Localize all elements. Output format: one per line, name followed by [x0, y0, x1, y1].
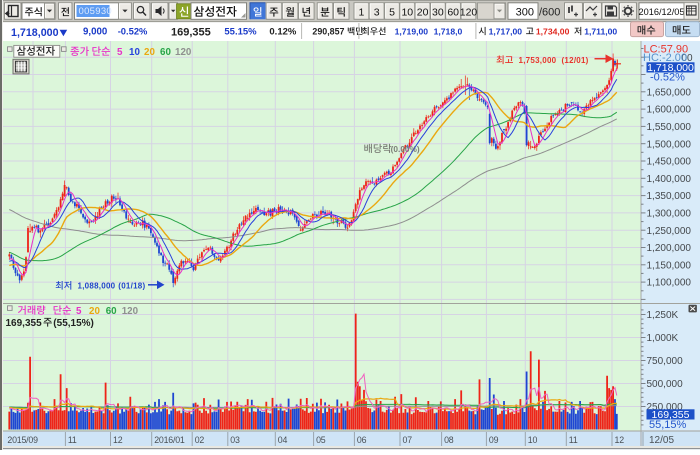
- svg-text:2016/12/05: 2016/12/05: [639, 7, 685, 17]
- svg-text:1,718,000: 1,718,000: [11, 27, 59, 39]
- svg-text:-0.52%: -0.52%: [650, 72, 685, 84]
- svg-text:120: 120: [122, 306, 139, 317]
- svg-text:12: 12: [615, 435, 625, 445]
- svg-text:(55,15%): (55,15%): [53, 318, 94, 329]
- svg-text:1,650,000: 1,650,000: [647, 87, 692, 98]
- svg-text:(12/01): (12/01): [562, 56, 589, 65]
- svg-text:06: 06: [357, 435, 367, 445]
- svg-text:11: 11: [68, 435, 77, 445]
- svg-text:169,355: 169,355: [171, 27, 211, 39]
- svg-text:1,088,000: 1,088,000: [78, 282, 116, 291]
- svg-text:1,200,000: 1,200,000: [647, 243, 692, 254]
- svg-text:1,150,000: 1,150,000: [647, 260, 692, 271]
- svg-text:1,500,000: 1,500,000: [647, 139, 692, 150]
- svg-text:1,300,000: 1,300,000: [647, 209, 692, 220]
- svg-text:290,857: 290,857: [312, 26, 344, 36]
- svg-text:1,450,000: 1,450,000: [647, 157, 692, 168]
- svg-text:1,718,0: 1,718,0: [434, 26, 463, 36]
- svg-text:1: 1: [358, 6, 364, 18]
- svg-text:0.12%: 0.12%: [269, 26, 296, 37]
- svg-text:9,000: 9,000: [83, 26, 107, 37]
- svg-text:60: 60: [160, 47, 171, 58]
- svg-text:2016/01: 2016/01: [154, 435, 185, 445]
- svg-text:5: 5: [389, 6, 395, 18]
- svg-text:1,400,000: 1,400,000: [647, 174, 692, 185]
- svg-text:10: 10: [401, 6, 413, 18]
- svg-text:1,350,000: 1,350,000: [647, 191, 692, 202]
- svg-text:1,711,00: 1,711,00: [584, 26, 617, 36]
- svg-text:12/05: 12/05: [649, 435, 674, 446]
- svg-text:1,734,00: 1,734,00: [536, 26, 570, 36]
- svg-text:1,250,000: 1,250,000: [647, 226, 692, 237]
- svg-text:30: 30: [432, 6, 444, 18]
- svg-text:04: 04: [278, 435, 288, 445]
- svg-text:1,100,000: 1,100,000: [647, 278, 692, 289]
- svg-text:005930: 005930: [79, 6, 113, 17]
- svg-text:20: 20: [144, 47, 155, 58]
- svg-text:1,717,00: 1,717,00: [489, 26, 523, 36]
- svg-text:120: 120: [175, 47, 192, 58]
- svg-text:5: 5: [117, 47, 123, 58]
- svg-text:300: 300: [516, 6, 534, 18]
- svg-text:500,000: 500,000: [647, 379, 684, 390]
- svg-text:2015/09: 2015/09: [7, 435, 38, 445]
- svg-text:03: 03: [230, 435, 240, 445]
- svg-text:750,000: 750,000: [647, 356, 684, 367]
- svg-text:10: 10: [528, 435, 538, 445]
- svg-text:12: 12: [113, 435, 123, 445]
- svg-text:08: 08: [444, 435, 454, 445]
- svg-text:55,15%: 55,15%: [649, 419, 687, 431]
- svg-text:1,600,000: 1,600,000: [647, 105, 692, 116]
- svg-text:60: 60: [447, 6, 459, 18]
- svg-text:60: 60: [106, 306, 117, 317]
- svg-text:(01/18): (01/18): [118, 282, 145, 291]
- svg-text:1,000K: 1,000K: [647, 333, 679, 344]
- svg-text:1,250K: 1,250K: [647, 310, 679, 321]
- svg-text:55.15%: 55.15%: [224, 26, 257, 37]
- svg-text:169,355: 169,355: [6, 318, 43, 329]
- svg-text:02: 02: [195, 435, 205, 445]
- svg-text:5: 5: [76, 306, 82, 317]
- svg-text:(0.00%): (0.00%): [391, 144, 420, 154]
- svg-text:20: 20: [89, 306, 100, 317]
- svg-text:05: 05: [316, 435, 326, 445]
- svg-text:20: 20: [417, 6, 429, 18]
- svg-text:11: 11: [569, 435, 578, 445]
- svg-text:10: 10: [129, 47, 140, 58]
- svg-text:1,550,000: 1,550,000: [647, 122, 692, 133]
- svg-text:-0.52%: -0.52%: [118, 25, 148, 36]
- svg-text:120: 120: [460, 6, 478, 18]
- svg-text:07: 07: [403, 435, 413, 445]
- svg-text:1,719,00: 1,719,00: [395, 26, 429, 36]
- svg-text:/600: /600: [539, 6, 560, 18]
- svg-text:3: 3: [374, 6, 380, 18]
- svg-text:1,753,000: 1,753,000: [519, 56, 557, 65]
- svg-text:09: 09: [489, 435, 499, 445]
